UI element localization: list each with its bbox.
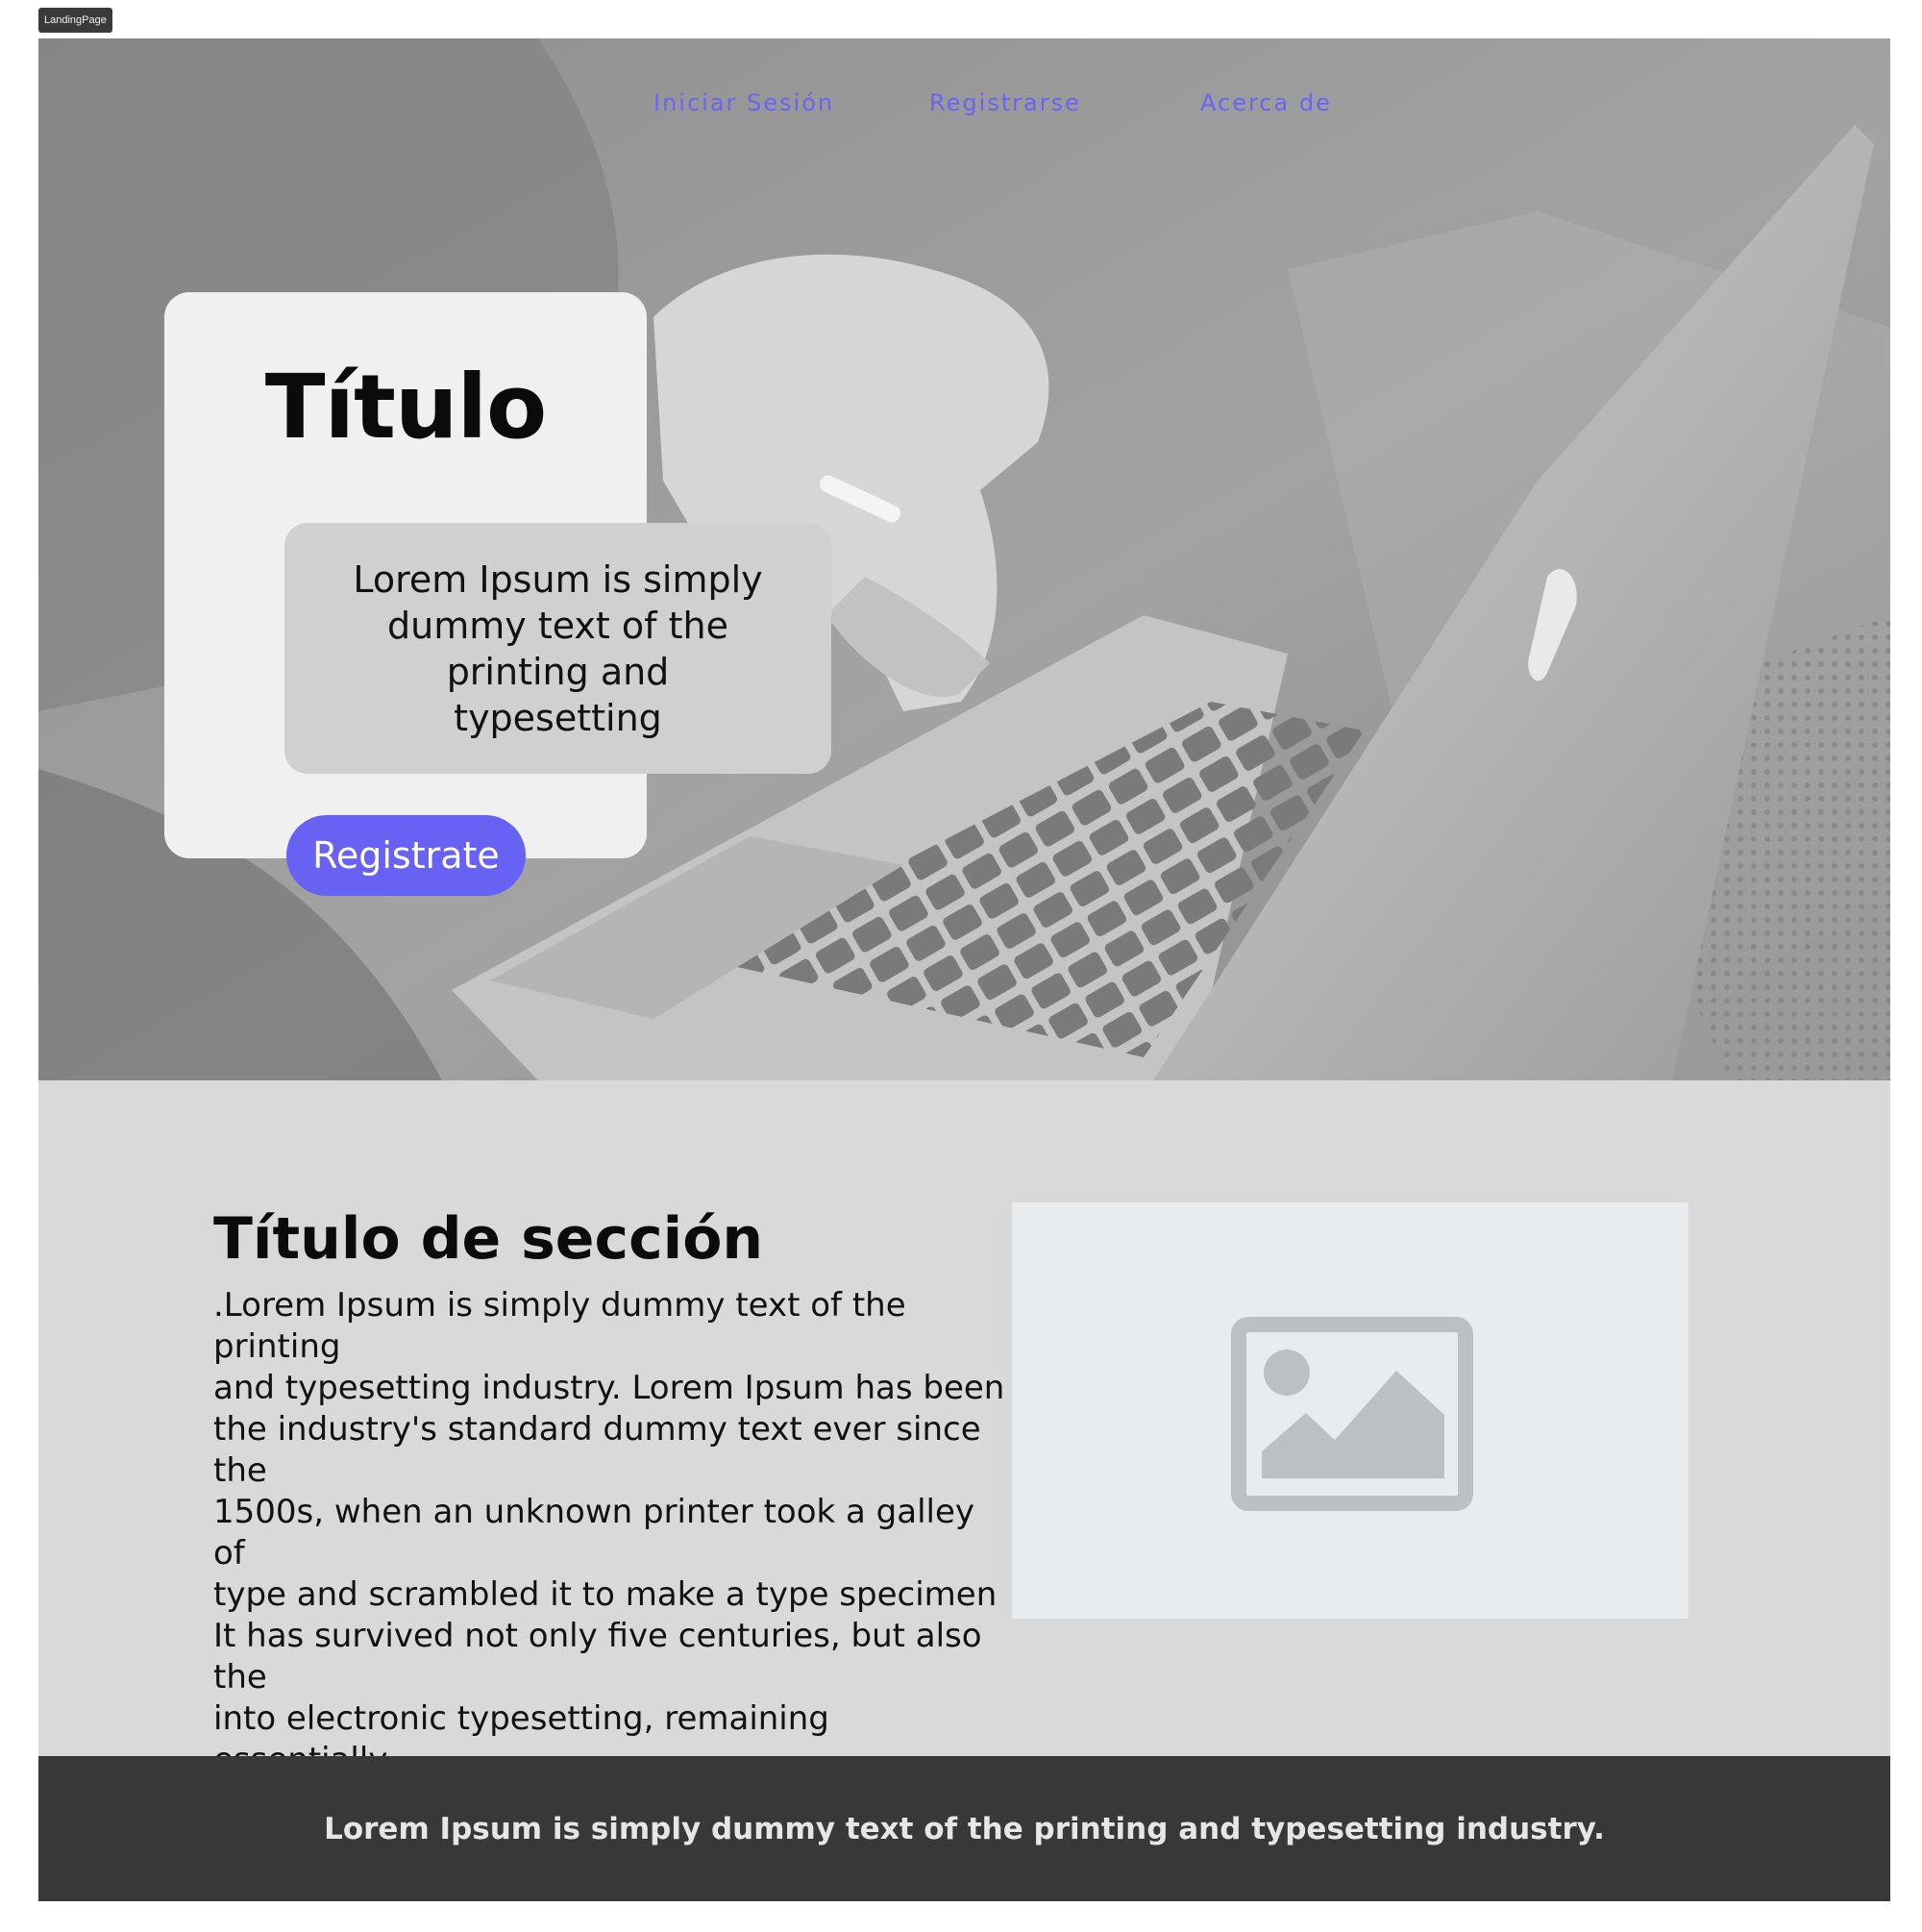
- image-icon: [1231, 1317, 1473, 1511]
- image-placeholder: [1012, 1202, 1688, 1619]
- nav-about-link[interactable]: Acerca de: [1200, 89, 1332, 116]
- section-title: Título de sección: [213, 1205, 764, 1273]
- nav-login-link[interactable]: Iniciar Sesión: [653, 89, 834, 116]
- register-cta-button[interactable]: Registrate: [286, 815, 526, 896]
- hero-section: Iniciar Sesión Registrarse Acerca de Tít…: [38, 38, 1890, 1080]
- footer: Lorem Ipsum is simply dummy text of the …: [38, 1756, 1890, 1901]
- frame-label: LandingPage: [38, 8, 112, 33]
- section-body-text: .Lorem Ipsum is simply dummy text of the…: [213, 1286, 1005, 1821]
- hero-title: Título: [264, 356, 548, 458]
- nav-register-link[interactable]: Registrarse: [929, 89, 1081, 116]
- hero-text-box: Lorem Ipsum is simply dummy text of the …: [284, 523, 831, 774]
- content-section: Título de sección .Lorem Ipsum is simply…: [38, 1080, 1890, 1821]
- footer-text: Lorem Ipsum is simply dummy text of the …: [324, 1811, 1605, 1846]
- hero-text: Lorem Ipsum is simply dummy text of the …: [353, 557, 763, 739]
